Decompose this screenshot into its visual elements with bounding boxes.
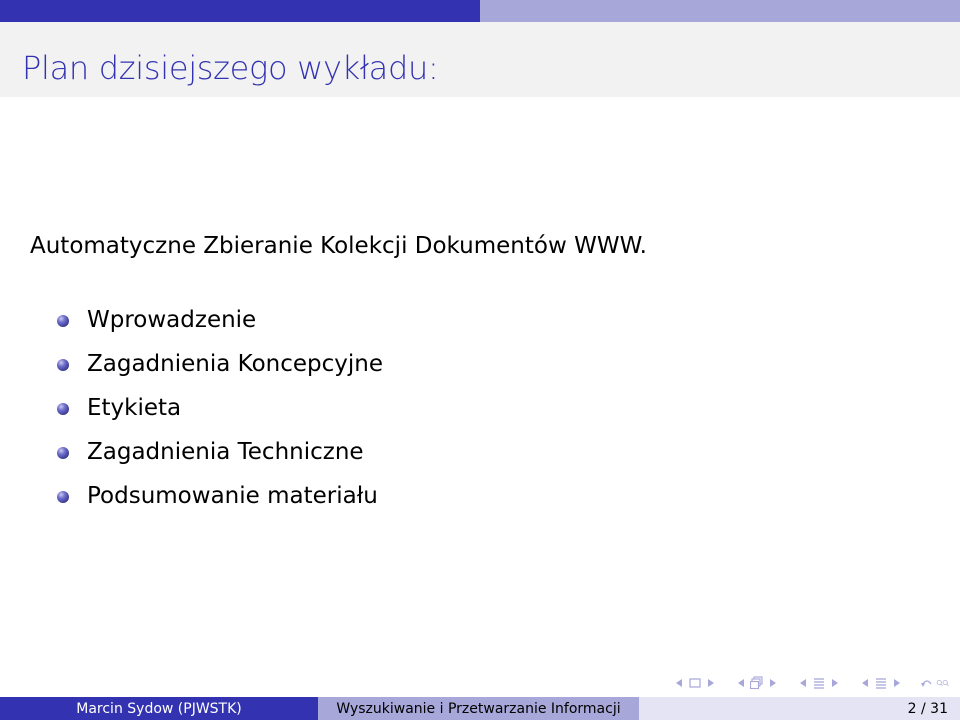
nav-prev-frame-icon[interactable] (672, 675, 686, 691)
frame-title-band: Plan dzisiejszego wykładu: (0, 22, 960, 97)
list-item: Zagadnienia Koncepcyjne (57, 346, 383, 390)
slide-title: Plan dzisiejszego wykładu: (22, 49, 439, 87)
list-item-label: Zagadnienia Techniczne (87, 439, 364, 465)
footer-page-number: 2 / 31 (639, 697, 960, 720)
nav-next-document-icon[interactable] (890, 675, 904, 691)
list-item-label: Zagadnienia Koncepcyjne (87, 351, 383, 377)
list-item-label: Etykieta (87, 395, 182, 421)
bullet-ball-icon (57, 447, 69, 459)
bullet-ball-icon (57, 315, 69, 327)
nav-section-icon[interactable] (812, 675, 826, 691)
nav-prev-section-icon[interactable] (796, 675, 810, 691)
nav-next-subsection-icon[interactable] (766, 675, 780, 691)
nav-next-section-icon[interactable] (828, 675, 842, 691)
footer-author: Marcin Sydow (PJWSTK) (0, 697, 318, 720)
bullet-ball-icon (57, 491, 69, 503)
intro-text: Automatyczne Zbieranie Kolekcji Dokument… (30, 233, 647, 259)
progress-bar (0, 0, 960, 22)
navigation-symbols (672, 674, 950, 692)
bullet-ball-icon (57, 359, 69, 371)
nav-back-icon[interactable] (920, 675, 934, 691)
list-item: Etykieta (57, 390, 383, 434)
list-item: Zagadnienia Techniczne (57, 434, 383, 478)
progress-bar-remaining (480, 0, 960, 22)
nav-frame-icon[interactable] (688, 675, 702, 691)
footer-course-title: Wyszukiwanie i Przetwarzanie Informacji (318, 697, 639, 720)
nav-search-icon[interactable] (936, 675, 950, 691)
nav-next-frame-icon[interactable] (704, 675, 718, 691)
bullet-list: Wprowadzenie Zagadnienia Koncepcyjne Ety… (57, 302, 383, 522)
nav-prev-subsection-icon[interactable] (734, 675, 748, 691)
list-item-label: Wprowadzenie (87, 307, 257, 333)
nav-document-icon[interactable] (874, 675, 888, 691)
progress-bar-filled (0, 0, 480, 22)
footer: Marcin Sydow (PJWSTK) Wyszukiwanie i Prz… (0, 697, 960, 720)
list-item-label: Podsumowanie materiału (87, 483, 378, 509)
nav-subsection-icon[interactable] (750, 675, 764, 691)
bullet-ball-icon (57, 403, 69, 415)
nav-prev-document-icon[interactable] (858, 675, 872, 691)
list-item: Podsumowanie materiału (57, 478, 383, 522)
list-item: Wprowadzenie (57, 302, 383, 346)
